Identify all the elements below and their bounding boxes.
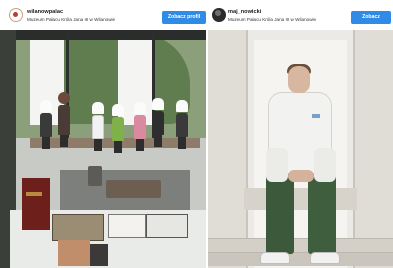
open-book [108, 214, 146, 238]
instagram-post-maj-nowicki: maj_nowicki Muzeum Pałacu Króla Jana III… [208, 0, 393, 268]
post-photo[interactable] [208, 30, 393, 268]
post-username[interactable]: maj_nowicki [228, 9, 261, 15]
book [90, 244, 108, 266]
chef-leg [308, 172, 336, 254]
book [58, 240, 90, 266]
post-photo[interactable] [0, 30, 206, 268]
chef-leg [266, 172, 294, 254]
instagram-post-wilanowpalac: wilanowpalac Muzeum Pałacu Króla Jana II… [0, 0, 206, 268]
red-book [22, 178, 50, 230]
profile-avatar[interactable] [9, 8, 23, 22]
view-profile-button[interactable]: Zobacz profil [162, 11, 206, 24]
post-username[interactable]: wilanowpalac [27, 9, 63, 15]
book [52, 214, 104, 241]
post-location[interactable]: Muzeum Pałacu Króla Jana III w Wilanowie [228, 17, 316, 22]
view-profile-button[interactable]: Zobacz profil [351, 11, 391, 33]
profile-avatar[interactable] [212, 8, 226, 22]
chef-face [288, 66, 310, 93]
post-header: wilanowpalac Muzeum Pałacu Króla Jana II… [0, 0, 206, 28]
post-header: maj_nowicki Muzeum Pałacu Króla Jana III… [208, 0, 393, 33]
sneaker [310, 252, 340, 264]
sneaker [260, 252, 290, 264]
post-location[interactable]: Muzeum Pałacu Króla Jana III w Wilanowie [27, 17, 115, 22]
open-book [146, 214, 188, 238]
